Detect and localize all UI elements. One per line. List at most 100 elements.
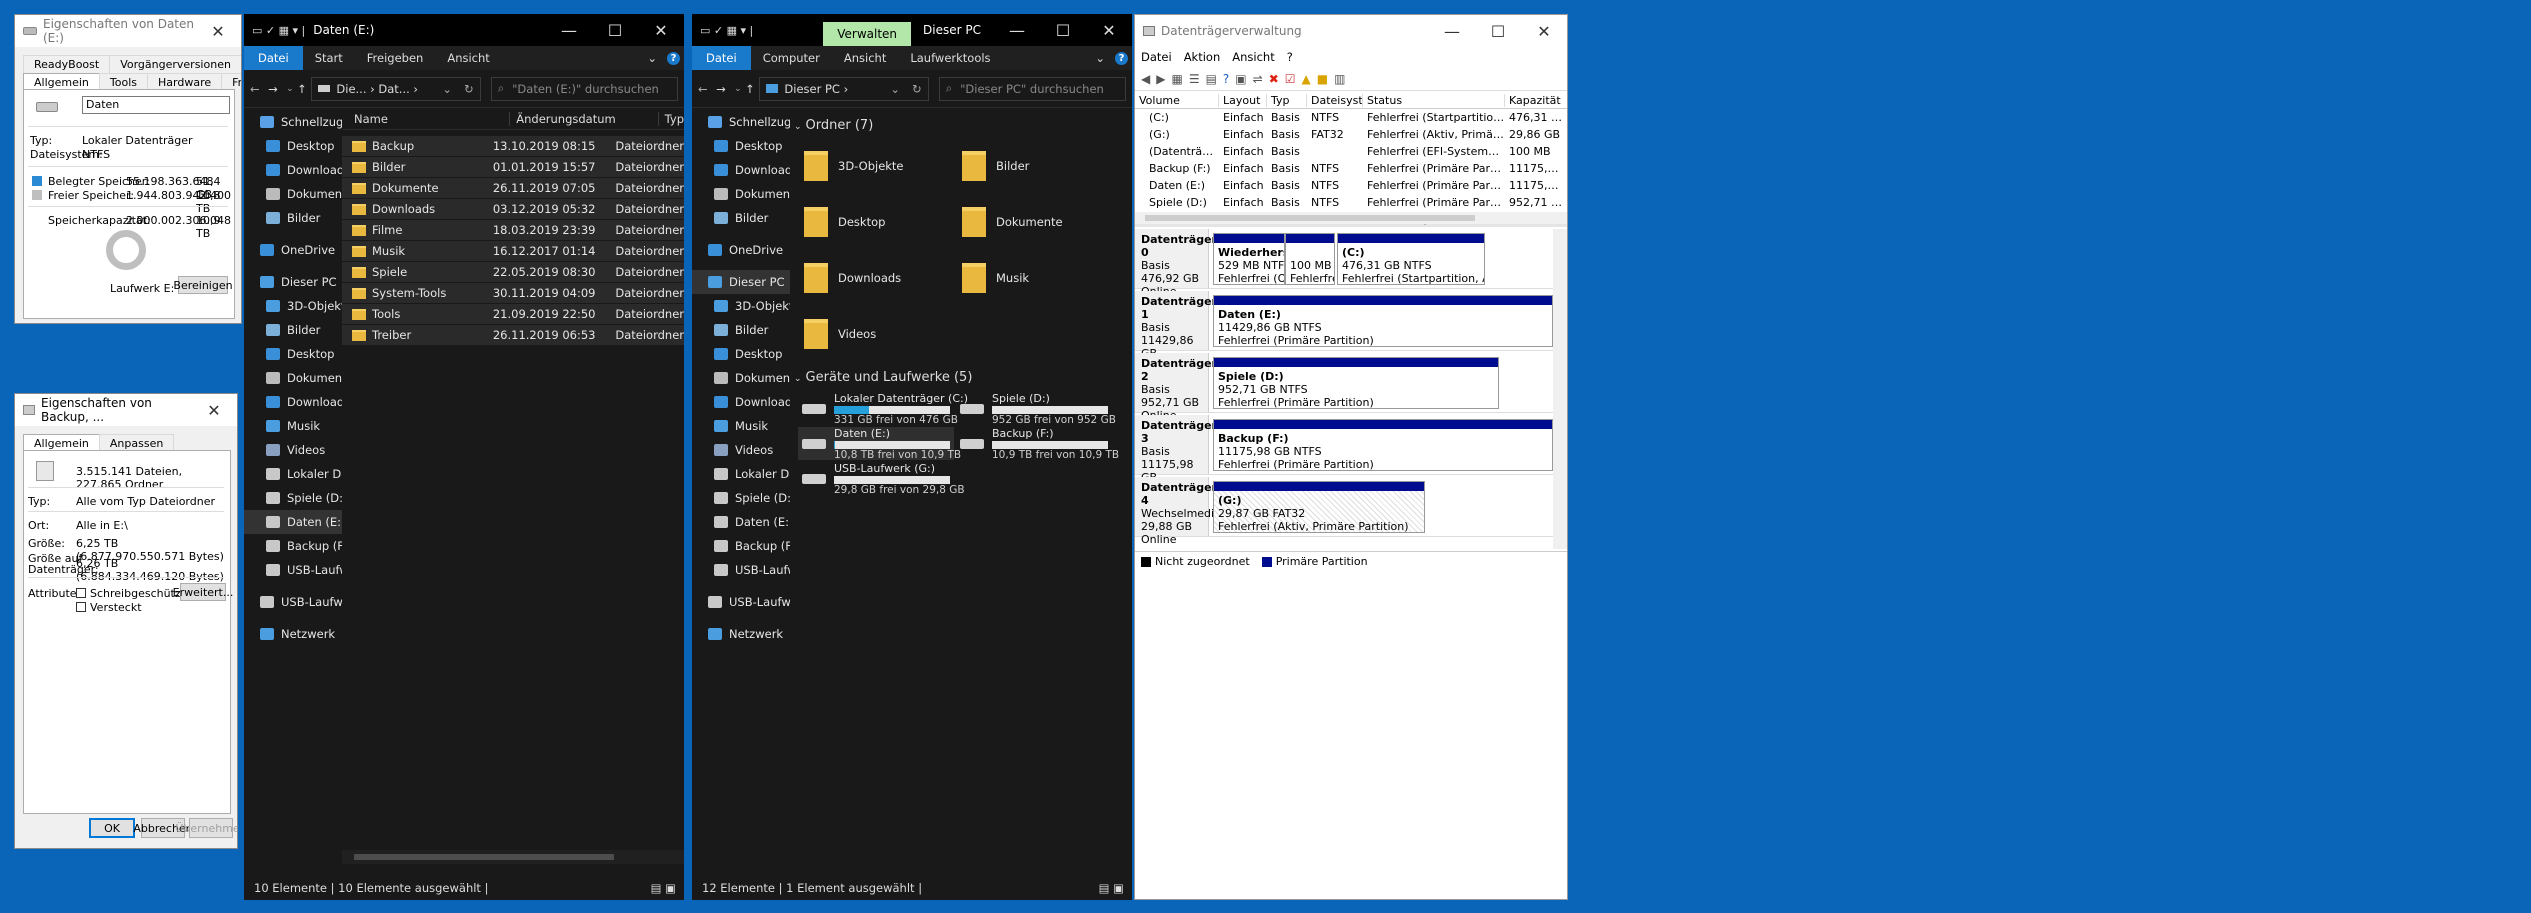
volume-row[interactable]: Daten (E:) Einfach Basis NTFS Fehlerfrei (Pr… (1135, 177, 1567, 194)
minimize-button[interactable]: — (546, 14, 592, 46)
partition[interactable]: (C:) 476,31 GB NTFS Fehlerfrei (Startparti… (1337, 233, 1485, 285)
file-row[interactable]: Downloads 03.12.2019 05:32 Dateiordner (342, 199, 684, 220)
drive-item[interactable]: Backup (F:) 10,9 TB frei von 10,9 TB (956, 427, 1119, 461)
search-input[interactable]: ⌕ "Dieser PC" durchsuchen (938, 76, 1126, 101)
vertical-scrollbar[interactable] (1553, 229, 1567, 549)
hidden-checkbox[interactable] (76, 602, 86, 612)
folder-item-dokumente[interactable]: Dokumente (962, 200, 1112, 244)
column-header-volume[interactable]: Volume (1135, 94, 1219, 107)
back-arrow-icon[interactable]: ◀ (1141, 72, 1150, 86)
close-button[interactable]: ✕ (638, 14, 684, 46)
connect-icon[interactable]: ⇌ (1253, 72, 1263, 86)
delete-icon[interactable]: ✖ (1269, 72, 1279, 86)
view-toggle-icons[interactable]: ▤ ▣ (651, 881, 676, 895)
name-input[interactable]: Daten (82, 96, 230, 114)
file-row[interactable]: System-Tools 30.11.2019 04:09 Dateiordner (342, 283, 684, 304)
folder-item-musik[interactable]: Musik (962, 256, 1112, 300)
tab-kontingent[interactable]: Kontingent (240, 55, 241, 73)
file-row[interactable]: Dokumente 26.11.2019 07:05 Dateiordner (342, 178, 684, 199)
quick-access-toolbar-icons[interactable]: ▭ ✓ ▦ ▾ | (252, 24, 305, 37)
ribbon-tab-datei[interactable]: Datei (692, 46, 751, 70)
ribbon-tab-laufwerktools[interactable]: Laufwerktools (898, 46, 1002, 70)
forward-arrow-icon[interactable]: ▶ (1156, 72, 1165, 86)
close-button[interactable]: ✕ (1086, 14, 1132, 46)
volume-row[interactable]: (Datenträger 0 Parti... Einfach Basis Fehle… (1135, 143, 1567, 160)
address-box[interactable]: Die... › Dat... › ⌄ ↻ (311, 76, 481, 101)
check-icon[interactable]: ☑ (1285, 72, 1296, 86)
ribbon-tab-freigeben[interactable]: Freigeben (355, 46, 436, 70)
volume-row[interactable]: (C:) Einfach Basis NTFS Fehlerfrei (Startpar… (1135, 109, 1567, 126)
scrollbar-thumb[interactable] (354, 854, 614, 860)
minimize-button[interactable]: — (1429, 15, 1475, 47)
quick-access-toolbar-icons[interactable]: ▭ ✓ ▦ ▾ | (700, 24, 753, 37)
file-row[interactable]: Backup 13.10.2019 08:15 Dateiordner (342, 136, 684, 157)
cleanup-button[interactable]: Bereinigen (173, 276, 233, 294)
file-row[interactable]: Treiber 26.11.2019 06:53 Dateiordner (342, 325, 684, 346)
drive-item[interactable]: USB-Laufwerk (G:) 29,8 GB frei von 29,8 G… (798, 462, 965, 496)
list-view-icon[interactable]: ☰ (1189, 72, 1200, 86)
disk-label[interactable]: Datenträger 1Basis11429,86 GBOnline (1135, 291, 1217, 373)
drives-group-header[interactable]: ⌄ Geräte und Laufwerke (5) (794, 370, 972, 385)
partition[interactable]: Wiederherstellu529 MB NTFSFehlerfrei (OE… (1213, 233, 1285, 285)
folder-item-videos[interactable]: Videos (804, 312, 954, 356)
console-tree-icon[interactable]: ▦ (1171, 72, 1182, 86)
help-icon[interactable]: ? (1111, 46, 1132, 70)
menu-ansicht[interactable]: Ansicht (1232, 50, 1274, 64)
back-arrow-icon[interactable]: ← (698, 82, 716, 96)
view-toggle-icons[interactable]: ▤ ▣ (1099, 881, 1124, 895)
folders-group-header[interactable]: ⌄ Ordner (7) (794, 118, 873, 133)
ribbon-expand-icon[interactable]: ⌄ (1089, 46, 1111, 70)
folder-icon[interactable]: ■ (1317, 72, 1328, 86)
close-button[interactable]: ✕ (191, 394, 237, 426)
tab-vorgängerversionen[interactable]: Vorgängerversionen (109, 55, 241, 73)
address-box[interactable]: Dieser PC › ⌄ ↻ (759, 76, 929, 101)
folder-item-desktop[interactable]: Desktop (804, 200, 954, 244)
forward-arrow-icon[interactable]: → (268, 82, 286, 96)
drive-item[interactable]: Spiele (D:) 952 GB frei von 952 GB (956, 392, 1116, 426)
file-row[interactable]: Bilder 01.01.2019 15:57 Dateiordner (342, 157, 684, 178)
horizontal-scrollbar[interactable] (1135, 212, 1567, 224)
up-arrow-icon[interactable]: ↑ (297, 82, 311, 96)
partition[interactable]: Spiele (D:) 952,71 GB NTFS Fehlerfrei (Pri… (1213, 357, 1499, 409)
scrollbar-thumb[interactable] (1145, 215, 1475, 221)
forward-arrow-icon[interactable]: → (716, 82, 734, 96)
maximize-button[interactable]: ☐ (1475, 15, 1521, 47)
file-row[interactable]: Filme 18.03.2019 23:39 Dateiordner (342, 220, 684, 241)
partition[interactable]: Backup (F:) 11175,98 GB NTFS Fehlerfrei (P… (1213, 419, 1553, 471)
folder-item-downloads[interactable]: Downloads (804, 256, 954, 300)
column-header-filesystem[interactable]: Dateisystem (1307, 94, 1363, 107)
up-arrow-icon[interactable]: ↑ (745, 82, 759, 96)
column-header-capacity[interactable]: Kapazität (1505, 94, 1565, 107)
column-header-date[interactable]: Änderungsdatum (510, 111, 659, 126)
volume-row[interactable]: Backup (F:) Einfach Basis NTFS Fehlerfrei (P… (1135, 160, 1567, 177)
maximize-button[interactable]: ☐ (1040, 14, 1086, 46)
column-header-status[interactable]: Status (1363, 94, 1505, 107)
ribbon-tab-computer[interactable]: Computer (751, 46, 832, 70)
column-header-layout[interactable]: Layout (1219, 94, 1267, 107)
ribbon-tab-ansicht[interactable]: Ansicht (435, 46, 501, 70)
folder-up-icon[interactable]: ▲ (1302, 72, 1311, 86)
menu-aktion[interactable]: Aktion (1184, 50, 1221, 64)
file-row[interactable]: Musik 16.12.2017 01:14 Dateiordner (342, 241, 684, 262)
close-button[interactable]: ✕ (195, 15, 241, 47)
volume-row[interactable]: (G:) Einfach Basis FAT32 Fehlerfrei (Aktiv, … (1135, 126, 1567, 143)
drive-item[interactable]: Lokaler Datenträger (C:) 331 GB frei von … (798, 392, 968, 426)
volume-row[interactable]: Spiele (D:) Einfach Basis NTFS Fehlerfrei (P… (1135, 194, 1567, 211)
column-header-type[interactable]: Typ (1267, 94, 1307, 107)
horizontal-scrollbar[interactable] (342, 850, 684, 864)
recent-dropdown-icon[interactable]: ⌄ (734, 84, 745, 94)
column-header-name[interactable]: Name (342, 111, 511, 126)
settings-icon[interactable]: ▥ (1334, 72, 1345, 86)
minimize-button[interactable]: — (994, 14, 1040, 46)
apply-button[interactable]: Übernehmen (175, 818, 237, 838)
ribbon-tab-start[interactable]: Start (303, 46, 355, 70)
ribbon-expand-icon[interactable]: ⌄ (641, 46, 663, 70)
drive-item[interactable]: Daten (E:) 10,8 TB frei von 10,9 TB (798, 427, 961, 461)
advanced-button[interactable]: Erweitert... (173, 583, 233, 601)
properties-icon[interactable]: ▤ (1206, 72, 1217, 86)
ribbon-tab-ansicht[interactable]: Ansicht (832, 46, 898, 70)
disk-label[interactable]: Datenträger 0Basis476,92 GBOnline (1135, 229, 1217, 298)
ok-button[interactable]: OK (89, 818, 135, 838)
refresh-icon[interactable]: ↻ (912, 82, 922, 96)
close-button[interactable]: ✕ (1521, 15, 1567, 47)
